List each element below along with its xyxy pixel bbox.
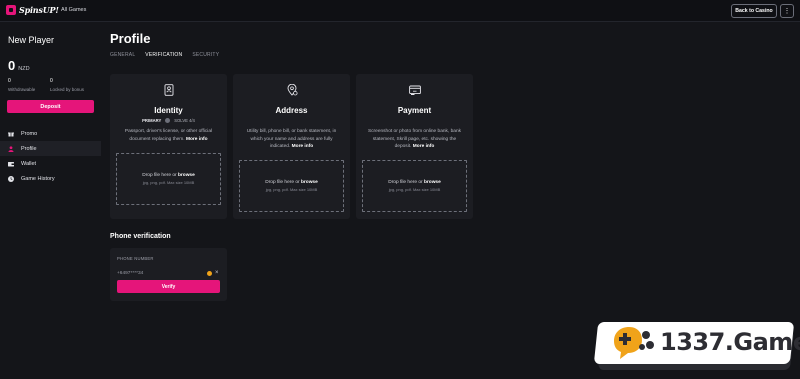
sidebar-item-promo[interactable]: Promo: [0, 126, 101, 141]
gamepad-logo-icon: [614, 327, 654, 359]
sidebar-nav: Promo Profile Wallet Game History: [0, 126, 101, 186]
drop-label: Drop file here or: [142, 173, 178, 178]
watermark: 1337.Games: [593, 322, 800, 370]
sidebar-item-label: Game History: [21, 175, 55, 182]
drop-text: Drop file here or browse: [117, 173, 220, 178]
wallet-icon: [8, 161, 14, 166]
back-to-casino-button[interactable]: Back to Casino: [731, 4, 777, 18]
page-title: Profile: [110, 31, 151, 46]
tab-security[interactable]: SECURITY: [192, 52, 219, 58]
site-logo[interactable]: SpinsUP!: [6, 5, 59, 15]
sidebar-item-game-history[interactable]: Game History: [0, 171, 101, 186]
identity-card: Identity PRIMARY SOLVE 4/4 Passport, dri…: [110, 74, 227, 219]
profile-tabs: GENERAL VERIFICATION SECURITY: [110, 52, 219, 58]
payment-card: Payment Screenshot or photo from online …: [356, 74, 473, 219]
tab-verification[interactable]: VERIFICATION: [145, 52, 182, 58]
withdrawable-stat: 0 Withdrawable: [8, 78, 35, 92]
solve-badge: SOLVE 4/4: [174, 118, 195, 123]
sidebar-item-wallet[interactable]: Wallet: [0, 156, 101, 171]
dots-vertical-icon: ⋮: [783, 7, 791, 15]
card-description: Screenshot or photo from online bank, ba…: [364, 128, 465, 151]
drop-label: Drop file here or: [265, 180, 301, 185]
card-title: Identity: [154, 106, 183, 115]
identity-status: PRIMARY SOLVE 4/4: [110, 118, 227, 123]
sidebar-item-label: Profile: [21, 145, 37, 152]
withdrawable-label: Withdrawable: [8, 87, 36, 92]
balance-amount: 0: [8, 58, 16, 73]
all-games-link[interactable]: All Games: [61, 7, 86, 13]
sidebar: New Player 0 NZD 0 Withdrawable 0 Locked…: [0, 22, 101, 379]
payment-card-icon: [408, 85, 421, 95]
locked-value: 0: [50, 78, 53, 84]
watermark-text: 1337.Games: [660, 328, 800, 356]
history-icon: [8, 175, 14, 182]
drop-hint: jpg, png, pdf. Max size 10MB: [265, 187, 318, 192]
map-pin-icon: [287, 84, 297, 96]
drop-label: Drop file here or: [388, 180, 424, 185]
address-card: Address Utility bill, phone bill, or ban…: [233, 74, 350, 219]
phone-number-label: PHONE NUMBER: [117, 256, 154, 261]
locked-label: Locked by bonus: [50, 87, 85, 92]
player-name: New Player: [8, 35, 55, 45]
card-description: Utility bill, phone bill, or bank statem…: [241, 128, 342, 151]
browse-link[interactable]: browse: [424, 180, 441, 185]
payment-dropzone[interactable]: Drop file here or browse jpg, png, pdf. …: [362, 160, 467, 212]
drop-hint: jpg, png, pdf. Max size 10MB: [388, 187, 441, 192]
gift-icon: [8, 132, 14, 136]
more-options-button[interactable]: ⋮: [780, 4, 794, 18]
pending-status-icon: [207, 271, 212, 276]
sidebar-item-label: Wallet: [21, 160, 37, 167]
identity-dropzone[interactable]: Drop file here or browse jpg, png, pdf. …: [116, 153, 221, 205]
sidebar-item-label: Promo: [21, 130, 38, 137]
more-info-link[interactable]: More info: [186, 137, 208, 142]
drop-hint: jpg, png, pdf. Max size 10MB: [142, 180, 195, 185]
user-icon: [8, 145, 14, 152]
balance-currency: NZD: [18, 66, 30, 72]
address-dropzone[interactable]: Drop file here or browse jpg, png, pdf. …: [239, 160, 344, 212]
card-description: Passport, driver's license, or other off…: [118, 128, 219, 143]
card-title: Address: [275, 106, 308, 115]
clear-icon[interactable]: ×: [215, 269, 219, 277]
withdrawable-value: 0: [8, 78, 11, 84]
browse-link[interactable]: browse: [301, 180, 318, 185]
balance: 0 NZD: [8, 58, 30, 73]
phone-verification-card: PHONE NUMBER +6497****34 × Verify: [110, 248, 227, 301]
top-bar: SpinsUP! All Games Back to Casino ⋮: [0, 0, 800, 22]
phone-number-input[interactable]: +6497****34: [117, 271, 143, 276]
drop-text: Drop file here or browse: [240, 180, 343, 185]
logo-text: SpinsUP!: [19, 5, 59, 15]
status-icon: [165, 118, 171, 123]
browse-link[interactable]: browse: [178, 173, 195, 178]
phone-verification-title: Phone verification: [110, 233, 171, 240]
tab-general[interactable]: GENERAL: [110, 52, 135, 58]
more-info-link[interactable]: More info: [292, 144, 314, 149]
deposit-button[interactable]: Deposit: [7, 100, 94, 113]
logo-icon: [6, 5, 16, 15]
card-title: Payment: [397, 106, 432, 115]
primary-badge: PRIMARY: [142, 118, 162, 123]
drop-text: Drop file here or browse: [363, 180, 466, 185]
id-card-icon: [164, 84, 173, 96]
verify-button[interactable]: Verify: [117, 280, 220, 293]
more-info-link[interactable]: More info: [413, 144, 435, 149]
sidebar-item-profile[interactable]: Profile: [0, 141, 101, 156]
locked-stat: 0 Locked by bonus: [50, 78, 84, 92]
